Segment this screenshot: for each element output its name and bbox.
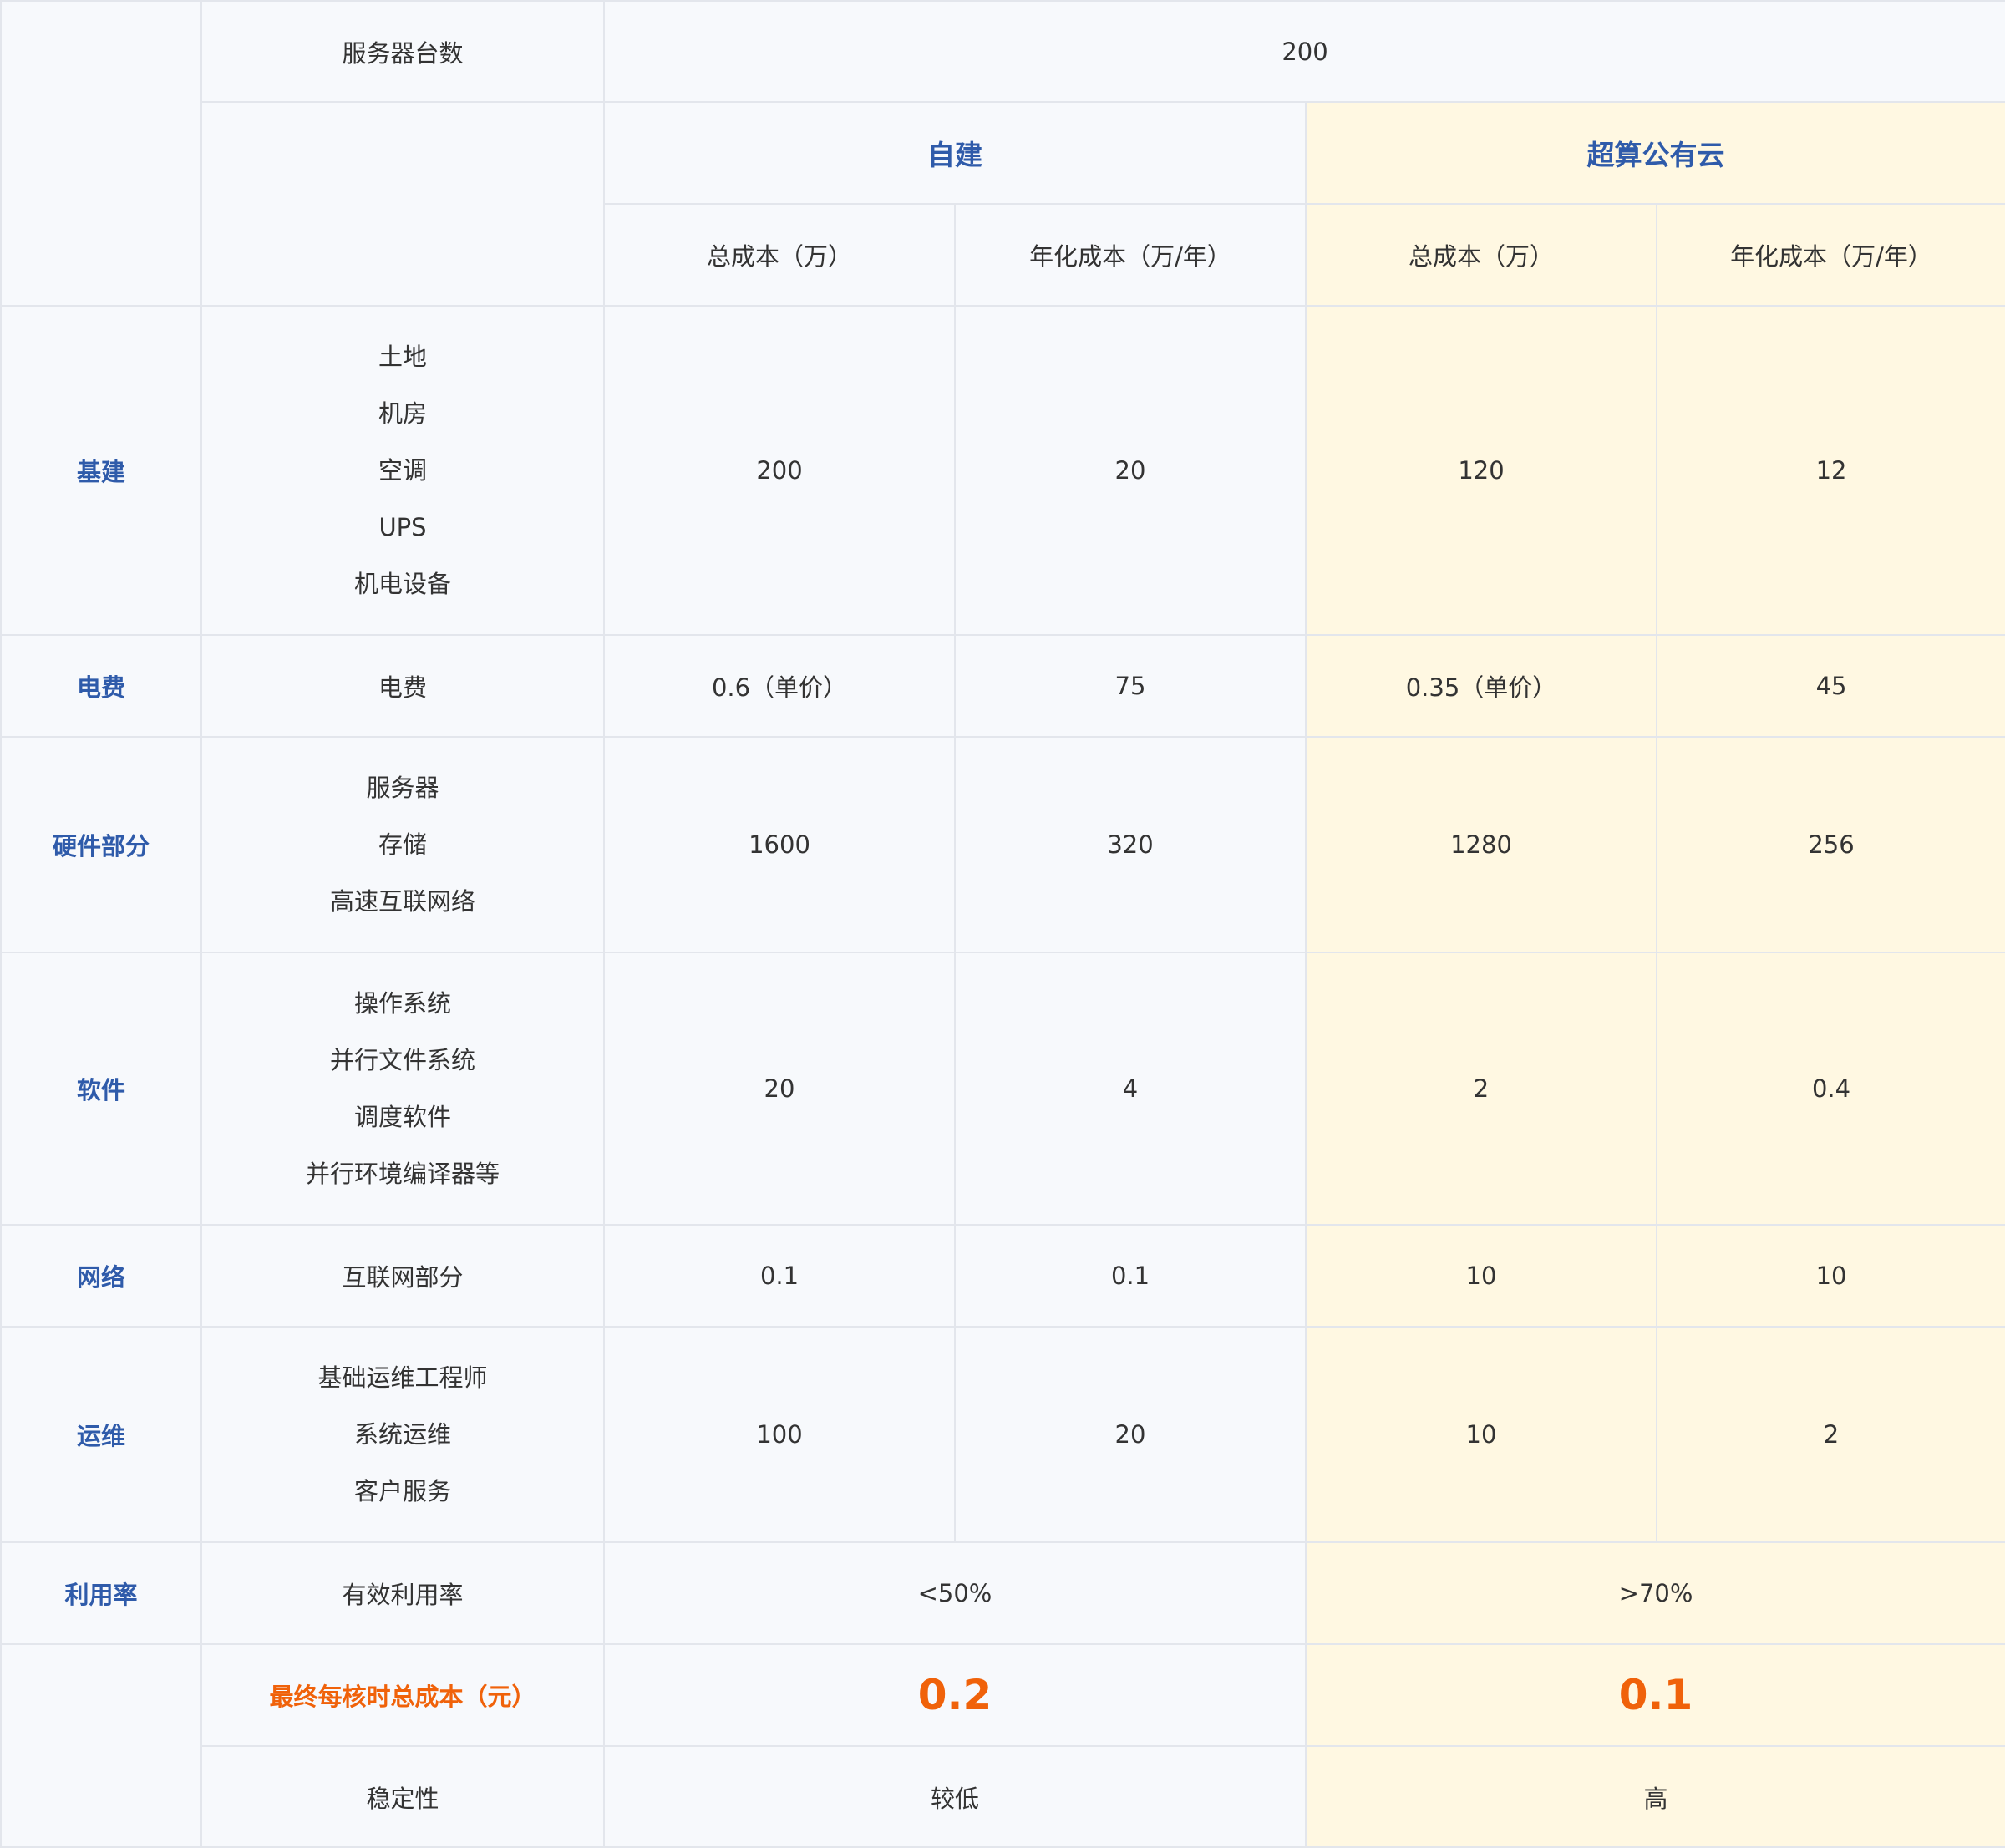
item-text: 系统运维 xyxy=(353,1420,451,1449)
final-cost-self: 0.2 xyxy=(603,1643,1307,1747)
category-cell: 运维 xyxy=(0,1326,202,1543)
self-total-cell: 0.1 xyxy=(603,1224,956,1328)
cloud-annual-cell: 45 xyxy=(1655,634,2005,738)
utilization-cloud-cell: >70% xyxy=(1304,1541,2005,1645)
cloud-annual-cell: 2 xyxy=(1655,1326,2005,1543)
item-text: 调度软件 xyxy=(353,1103,451,1131)
item-list-cell: 服务器 存储 高速互联网络 xyxy=(200,736,605,953)
footer-blank-cell xyxy=(0,1643,202,1848)
category-cell: 基建 xyxy=(0,305,202,636)
item-text: 并行文件系统 xyxy=(329,1046,475,1074)
item-list-cell: 操作系统 并行文件系统 调度软件 并行环境编译器等 xyxy=(200,952,605,1226)
self-total-cell: 200 xyxy=(603,305,956,636)
self-annual-cell: 4 xyxy=(954,952,1307,1226)
item-text: 机房 xyxy=(378,399,427,428)
item-text: 互联网部分 xyxy=(200,1224,605,1328)
item-text: 服务器 xyxy=(366,774,439,802)
item-text: 并行环境编译器等 xyxy=(305,1160,500,1188)
item-text: 空调 xyxy=(378,456,427,485)
col-header-cloud-annual: 年化成本（万/年） xyxy=(1655,203,2005,307)
category-cell: 电费 xyxy=(0,634,202,738)
category-cell: 网络 xyxy=(0,1224,202,1328)
self-total-cell: 0.6（单价） xyxy=(603,634,956,738)
table-row: 自建 超算公有云 xyxy=(1,101,2005,307)
category-cell: 利用率 xyxy=(0,1541,202,1645)
table-row: 软件 操作系统 并行文件系统 调度软件 并行环境编译器等 20 4 2 0.4 xyxy=(0,952,2005,1226)
item-text: 有效利用率 xyxy=(200,1541,605,1645)
cloud-total-cell: 0.35（单价） xyxy=(1305,634,1657,738)
self-annual-cell: 0.1 xyxy=(954,1224,1307,1328)
item-text: 基础运维工程师 xyxy=(317,1363,488,1392)
server-count-label: 服务器台数 xyxy=(200,0,605,103)
corner-cell xyxy=(0,0,202,307)
item-text: 操作系统 xyxy=(353,989,451,1018)
item-text: 高速互联网络 xyxy=(329,887,475,916)
table-row: 硬件部分 服务器 存储 高速互联网络 1600 320 1280 256 xyxy=(0,736,2005,953)
col-header-self-annual: 年化成本（万/年） xyxy=(954,203,1307,307)
item-text: 机电设备 xyxy=(353,570,451,598)
item-text: 客户服务 xyxy=(353,1477,451,1505)
cloud-annual-cell: 10 xyxy=(1655,1224,2005,1328)
table-row: 运维 基础运维工程师 系统运维 客户服务 100 20 10 2 xyxy=(0,1326,2005,1543)
table-row: 基建 土地 机房 空调 UPS 机电设备 200 20 120 12 xyxy=(0,305,2005,636)
group-header-cloud: 超算公有云 xyxy=(1304,101,2005,205)
header-blank-cell xyxy=(200,101,605,307)
table-row: 网络 互联网部分 0.1 0.1 10 10 xyxy=(0,1224,2005,1328)
cloud-total-cell: 120 xyxy=(1305,305,1657,636)
cloud-total-cell: 10 xyxy=(1305,1326,1657,1543)
cloud-total-cell: 10 xyxy=(1305,1224,1657,1328)
final-cost-cloud: 0.1 xyxy=(1304,1643,2005,1747)
table-row: 利用率 有效利用率 <50% >70% xyxy=(0,1541,2005,1645)
group-header-self: 自建 xyxy=(603,101,1307,205)
self-total-cell: 20 xyxy=(603,952,956,1226)
item-list-cell: 基础运维工程师 系统运维 客户服务 xyxy=(200,1326,605,1543)
cost-comparison-table: 服务器台数 200 自建 超算公有云 总成本（万） 年化成本（万/年） 总成本（… xyxy=(0,0,2005,1848)
category-cell: 硬件部分 xyxy=(0,736,202,953)
cloud-annual-cell: 0.4 xyxy=(1655,952,2005,1226)
self-annual-cell: 320 xyxy=(954,736,1307,953)
item-list-cell: 土地 机房 空调 UPS 机电设备 xyxy=(200,305,605,636)
col-header-cloud-total: 总成本（万） xyxy=(1305,203,1657,307)
self-annual-cell: 20 xyxy=(954,1326,1307,1543)
col-header-self-total: 总成本（万） xyxy=(603,203,956,307)
item-text: UPS xyxy=(378,513,427,541)
self-annual-cell: 75 xyxy=(954,634,1307,738)
cloud-total-cell: 2 xyxy=(1305,952,1657,1226)
item-text: 电费 xyxy=(200,634,605,738)
utilization-self-cell: <50% xyxy=(603,1541,1307,1645)
stability-label: 稳定性 xyxy=(200,1745,605,1848)
self-total-cell: 100 xyxy=(603,1326,956,1543)
cloud-annual-cell: 12 xyxy=(1655,305,2005,636)
stability-cloud: 高 xyxy=(1304,1745,2005,1848)
item-text: 土地 xyxy=(378,343,427,371)
cloud-total-cell: 1280 xyxy=(1305,736,1657,953)
self-total-cell: 1600 xyxy=(603,736,956,953)
server-count-value: 200 xyxy=(602,0,2005,103)
table-row: 最终每核时总成本（元） 0.2 0.1 xyxy=(0,1643,2005,1848)
cloud-annual-cell: 256 xyxy=(1655,736,2005,953)
category-cell: 软件 xyxy=(0,952,202,1226)
table-row: 电费 电费 0.6（单价） 75 0.35（单价） 45 xyxy=(0,634,2005,738)
item-text: 存储 xyxy=(378,830,427,859)
stability-self: 较低 xyxy=(603,1745,1307,1848)
self-annual-cell: 20 xyxy=(954,305,1307,636)
final-cost-label: 最终每核时总成本（元） xyxy=(200,1643,605,1747)
table-row: 服务器台数 200 xyxy=(0,0,2005,307)
table-row: 稳定性 较低 高 xyxy=(1,1745,2005,1848)
